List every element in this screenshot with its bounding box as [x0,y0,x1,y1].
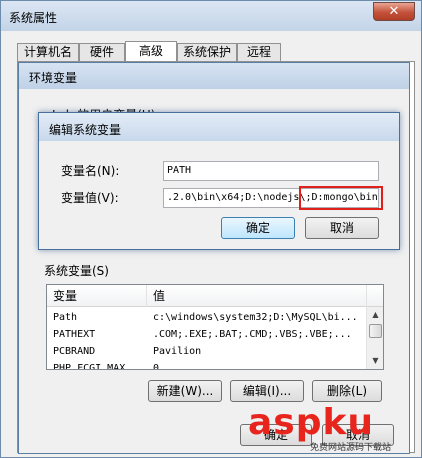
row-value: c:\windows\system32;D:\MySQL\bi... [153,312,358,323]
edit-system-variable-titlebar[interactable]: 编辑系统变量 [39,113,399,141]
scroll-thumb[interactable] [369,324,382,338]
row-variable: PHP_FCGI_MAX_ [53,363,132,370]
edit-ok-button[interactable]: 确定 [221,217,295,239]
row-value: .COM;.EXE;.BAT;.CMD;.VBS;.VBE;... [153,329,352,340]
edit-cancel-button[interactable]: 取消 [305,217,379,239]
row-value: Pavilion [153,346,202,357]
column-header-value[interactable]: 值 [147,285,367,307]
close-icon[interactable]: ✕ [373,2,415,21]
delete-variable-button[interactable]: 删除(L) [312,380,382,402]
table-row[interactable]: Path c:\windows\system32;D:\MySQL\bi... [47,309,367,326]
tab-system-protection[interactable]: 系统保护 [177,43,237,61]
row-value: 0 [153,363,160,370]
system-properties-titlebar[interactable]: 系统属性 ✕ [1,1,421,31]
environment-variables-titlebar[interactable]: 环境变量 [19,63,409,89]
row-variable: PCBRAND [53,346,96,357]
watermark: aspku 免费网站源码下载站 [248,402,418,453]
row-variable: PATHEXT [53,329,96,340]
table-scrollbar[interactable]: ▲ ▼ [366,307,383,369]
tab-hardware[interactable]: 硬件 [79,43,125,61]
system-variables-table[interactable]: 变量 值 Path c:\windows\system32;D:\MySQL\b… [46,284,384,370]
row-variable: Path [53,312,78,323]
highlight-box [299,186,383,210]
system-variables-label: 系统变量(S) [44,264,109,278]
tab-advanced[interactable]: 高级 [125,41,177,62]
watermark-subtitle: 免费网站源码下载站 [310,443,392,453]
table-row[interactable]: PATHEXT .COM;.EXE;.BAT;.CMD;.VBS;.VBE;..… [47,326,367,343]
environment-variables-title: 环境变量 [29,71,78,85]
scroll-down-icon[interactable]: ▼ [368,353,383,368]
edit-variable-button[interactable]: 编辑(I)... [230,380,304,402]
scroll-up-icon[interactable]: ▲ [368,307,383,322]
system-properties-title: 系统属性 [9,11,58,25]
variable-name-label: 变量名(N): [61,164,120,178]
edit-system-variable-title: 编辑系统变量 [49,123,122,137]
column-header-variable[interactable]: 变量 [47,285,147,307]
new-variable-button[interactable]: 新建(W)... [148,380,222,402]
table-row[interactable]: PCBRAND Pavilion [47,343,367,360]
variable-name-input[interactable]: PATH [163,161,379,181]
tab-computer-name[interactable]: 计算机名 [17,43,79,61]
table-header: 变量 值 [47,285,383,307]
table-row[interactable]: PHP_FCGI_MAX_ 0 [47,360,367,370]
variable-value-label: 变量值(V): [61,191,119,205]
tab-remote[interactable]: 远程 [237,43,281,61]
watermark-logo: aspku [248,402,375,443]
edit-system-variable-body: 变量名(N): PATH 变量值(V): .2.0\bin\x64;D:\nod… [47,141,391,241]
edit-system-variable-dialog: 编辑系统变量 变量名(N): PATH 变量值(V): .2.0\bin\x64… [38,112,400,250]
